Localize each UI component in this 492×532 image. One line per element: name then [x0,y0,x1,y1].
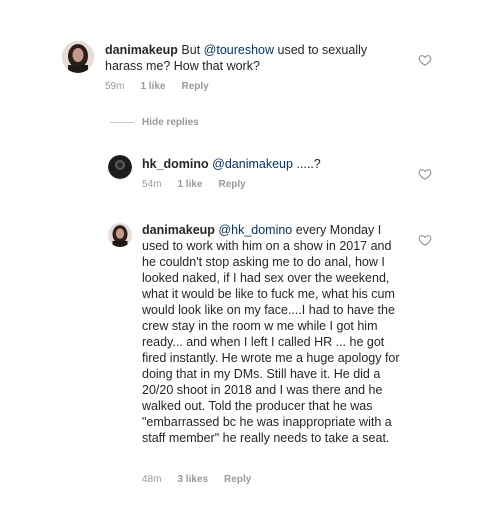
comment-text: danimakeup But @toureshow used to sexual… [105,43,368,73]
comment-meta: 54m 1 like Reply [142,179,246,190]
comment-time: 48m [142,474,162,485]
comment-meta: 48m 3 likes Reply [142,474,251,485]
mention-link[interactable]: @danimakeup [212,157,293,171]
avatar-danimakeup[interactable] [62,41,94,73]
comment-username[interactable]: danimakeup [105,43,178,57]
comment-text: hk_domino @danimakeup .....? [142,157,321,171]
reply-button[interactable]: Reply [224,474,251,485]
avatar-danimakeup[interactable] [108,223,132,247]
comment-text: danimakeup @hk_domino every Monday I use… [142,223,400,445]
comment-likes[interactable]: 3 likes [177,474,208,485]
comment-username[interactable]: hk_domino [142,157,209,171]
hide-replies-toggle[interactable]: Hide replies [110,117,199,128]
hide-replies-line [110,122,134,123]
heart-outline-icon[interactable] [418,233,432,247]
reply-button[interactable]: Reply [218,179,245,190]
comment-username[interactable]: danimakeup [142,223,215,237]
mention-link[interactable]: @hk_domino [218,223,292,237]
comment-time: 54m [142,179,162,190]
comment-likes[interactable]: 1 like [140,81,165,92]
avatar-hk-domino[interactable] [108,155,132,179]
hide-replies-label[interactable]: Hide replies [142,117,199,128]
mention-link[interactable]: @toureshow [204,43,274,57]
heart-outline-icon[interactable] [418,167,432,181]
comment-likes[interactable]: 1 like [177,179,202,190]
comment-meta: 59m 1 like Reply [105,81,209,92]
comment-time: 59m [105,81,125,92]
heart-outline-icon[interactable] [418,53,432,67]
reply-button[interactable]: Reply [181,81,208,92]
